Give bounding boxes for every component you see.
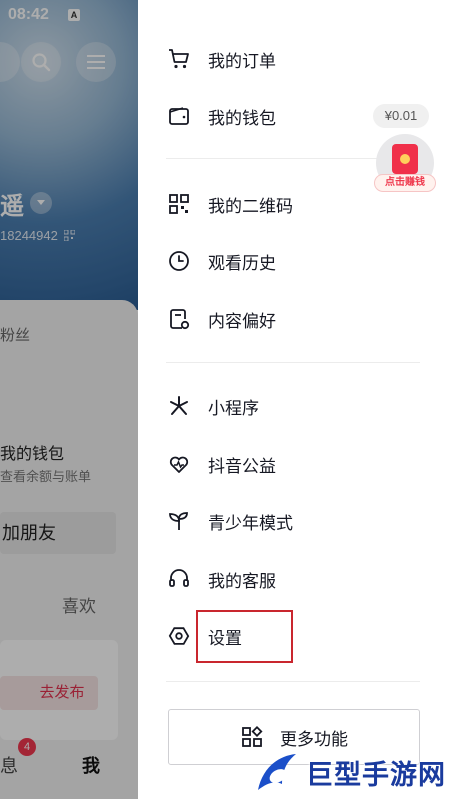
sprout-icon: [166, 508, 192, 534]
menu-item-qrcode[interactable]: 我的二维码: [166, 184, 293, 224]
settings-icon: [166, 623, 192, 649]
preference-icon: [166, 306, 192, 332]
menu-item-label: 小程序: [208, 398, 259, 418]
cart-icon: [166, 46, 192, 72]
watermark: 巨型手游网: [252, 745, 450, 799]
settings-highlight-box: [196, 610, 293, 663]
menu-item-label: 内容偏好: [208, 311, 276, 331]
menu-item-charity[interactable]: 抖音公益: [166, 444, 276, 484]
clock-icon: [166, 248, 192, 274]
menu-item-orders[interactable]: 我的订单: [166, 39, 276, 79]
menu-item-wallet[interactable]: 我的钱包: [166, 96, 276, 136]
menu-item-customer-service[interactable]: 我的客服: [166, 559, 276, 599]
divider: [166, 681, 420, 682]
mini-program-icon: [166, 393, 192, 419]
menu-item-label: 我的二维码: [208, 196, 293, 216]
menu-item-mini-program[interactable]: 小程序: [166, 386, 259, 426]
headset-icon: [166, 566, 192, 592]
menu-item-label: 观看历史: [208, 253, 276, 273]
menu-item-teen-mode[interactable]: 青少年模式: [166, 501, 293, 541]
menu-item-label: 青少年模式: [208, 513, 293, 533]
menu-item-watch-history[interactable]: 观看历史: [166, 241, 276, 281]
overlay-scrim[interactable]: [0, 0, 138, 799]
watermark-text: 巨型手游网: [306, 759, 446, 790]
red-envelope-icon: [392, 144, 418, 174]
menu-item-content-preference[interactable]: 内容偏好: [166, 299, 276, 339]
qrcode-icon: [166, 191, 192, 217]
menu-item-label: 我的订单: [208, 51, 276, 71]
side-drawer-menu: 我的订单 我的钱包 ¥0.01 点击赚钱 我的二维码 观看历史 内容偏好 小程序…: [138, 0, 450, 799]
divider: [166, 362, 420, 363]
watermark-logo-icon: [258, 754, 296, 790]
wallet-balance-badge: ¥0.01: [373, 104, 429, 128]
earn-money-button[interactable]: 点击赚钱: [374, 134, 436, 198]
menu-item-label: 抖音公益: [208, 456, 276, 476]
earn-money-label: 点击赚钱: [374, 174, 436, 192]
charity-heart-icon: [166, 451, 192, 477]
menu-item-label: 我的客服: [208, 571, 276, 591]
menu-item-label: 我的钱包: [208, 108, 276, 128]
wallet-icon: [166, 103, 192, 129]
